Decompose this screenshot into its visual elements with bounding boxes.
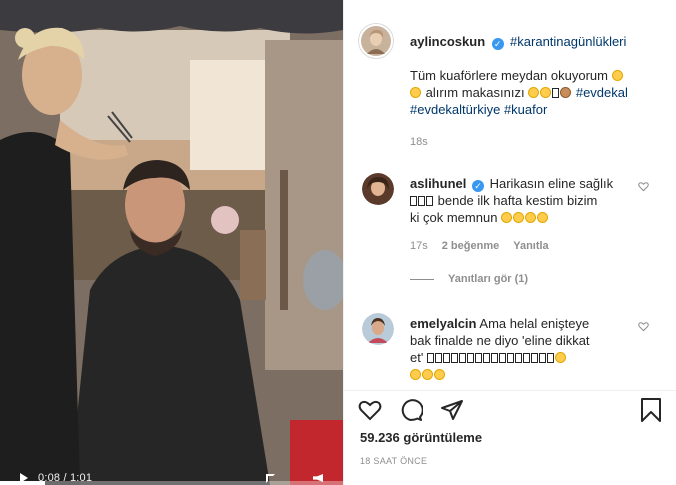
comment-icon[interactable] bbox=[399, 398, 423, 422]
post-age: 18 SAAT ÖNCE bbox=[360, 456, 428, 466]
missing-glyph-icon bbox=[474, 353, 482, 363]
missing-glyph-icon bbox=[442, 353, 450, 363]
commenter-avatar-emelyalcin[interactable] bbox=[362, 313, 394, 345]
missing-glyph-icon bbox=[538, 353, 546, 363]
caption-row-2: alırım makasınızı #evdekal bbox=[410, 84, 650, 101]
missing-glyph-icon bbox=[466, 353, 474, 363]
comment-likes-link[interactable]: 2 beğenme bbox=[442, 240, 499, 252]
verified-icon: ✓ bbox=[471, 180, 484, 192]
grin-emoji-icon bbox=[434, 369, 445, 380]
fullscreen-icon[interactable] bbox=[266, 473, 275, 483]
grin-emoji-icon bbox=[611, 70, 623, 81]
grin-emoji-icon bbox=[537, 212, 549, 223]
section-divider bbox=[344, 390, 676, 391]
grin-emoji-icon bbox=[410, 369, 421, 380]
verified-icon: ✓ bbox=[491, 38, 504, 50]
missing-glyph-icon bbox=[490, 353, 498, 363]
missing-glyph-icon bbox=[418, 196, 425, 206]
avatar-image bbox=[362, 173, 394, 205]
comment-row-1: aslihunel ✓ Harikasın eline sağlık bbox=[410, 175, 642, 192]
grin-emoji-icon bbox=[528, 87, 540, 98]
comment-row-2: bak finalde ne diyo 'eline dikkat bbox=[410, 332, 642, 349]
avatar-image bbox=[362, 313, 394, 345]
caption-text-2: alırım makasınızı bbox=[425, 85, 525, 100]
video-controls: 0:08 / 1:01 bbox=[0, 471, 343, 485]
comment-username[interactable]: aslihunel bbox=[410, 176, 466, 191]
replies-divider bbox=[410, 278, 434, 280]
caption-row-3: #evdekaltürkiye #kuafor bbox=[410, 101, 650, 118]
comment-emelyalcin: emelyalcin Ama helal enişteye bak finald… bbox=[410, 315, 642, 383]
missing-glyph-icon bbox=[434, 353, 442, 363]
post-video[interactable]: 0:08 / 1:01 bbox=[0, 0, 343, 485]
comment-text-3: ki çok memnun bbox=[410, 210, 498, 225]
caption-row-1: Tüm kuaförlere meydan okuyorum bbox=[410, 67, 650, 84]
caption-hashtag-evdekal[interactable]: #evdekal bbox=[576, 85, 628, 100]
comment-row-3: et' bbox=[410, 349, 642, 366]
missing-glyph-icon bbox=[552, 88, 560, 98]
view-count[interactable]: 59.236 görüntüleme bbox=[360, 430, 482, 445]
header-line: aylincoskun ✓ #karantinagünlükleri bbox=[410, 33, 626, 51]
comment-text-2: bak finalde ne diyo 'eline dikkat bbox=[410, 333, 590, 348]
heart-icon[interactable] bbox=[358, 398, 382, 422]
comment-text-3: et' bbox=[410, 350, 424, 365]
post-caption: Tüm kuaförlere meydan okuyorum alırım ma… bbox=[410, 62, 650, 118]
grin-emoji-icon bbox=[501, 212, 513, 223]
header-hashtag[interactable]: #karantinagünlükleri bbox=[510, 34, 626, 49]
missing-glyph-icon bbox=[426, 196, 433, 206]
instagram-post-modal: 0:08 / 1:01 aylincoskun ✓ #karantinagünl… bbox=[0, 0, 676, 485]
bookmark-icon[interactable] bbox=[640, 397, 662, 423]
comment-actions: 17s 2 beğenme Yanıtla bbox=[410, 240, 549, 252]
comment-row-4 bbox=[410, 366, 642, 383]
comment-like-heart-icon[interactable] bbox=[638, 181, 649, 192]
comment-text-1: Ama helal enişteye bbox=[479, 316, 590, 331]
caption-hashtag-evdekalturkiye[interactable]: #evdekaltürkiye bbox=[410, 102, 500, 117]
author-username[interactable]: aylincoskun bbox=[410, 34, 485, 49]
missing-glyph-icon bbox=[506, 353, 514, 363]
post-side-panel: aylincoskun ✓ #karantinagünlükleri Tüm k… bbox=[343, 0, 676, 485]
reply-link[interactable]: Yanıtla bbox=[513, 240, 548, 252]
author-avatar[interactable] bbox=[358, 23, 394, 59]
video-time: 0:08 / 1:01 bbox=[38, 472, 93, 484]
grin-emoji-icon bbox=[410, 87, 421, 98]
missing-glyph-row bbox=[426, 350, 555, 365]
video-frame bbox=[0, 0, 343, 485]
grin-emoji-icon bbox=[422, 369, 433, 380]
comment-text-2: bende ilk hafta kestim bizim bbox=[437, 193, 598, 208]
caption-time: 18s bbox=[410, 136, 428, 148]
comment-text-1: Harikasın eline sağlık bbox=[489, 176, 614, 191]
missing-glyph-icon bbox=[498, 353, 506, 363]
caption-text-1: Tüm kuaförlere meydan okuyorum bbox=[410, 68, 608, 83]
missing-glyph-icon bbox=[530, 353, 538, 363]
monkey-emoji-icon bbox=[560, 87, 572, 98]
comment-like-heart-icon[interactable] bbox=[638, 321, 649, 332]
grin-emoji-icon bbox=[540, 87, 552, 98]
share-icon[interactable] bbox=[440, 398, 464, 422]
missing-glyph-icon bbox=[482, 353, 490, 363]
missing-glyph-icon bbox=[522, 353, 530, 363]
missing-glyph-icon bbox=[426, 353, 434, 363]
missing-glyph-icon bbox=[450, 353, 458, 363]
comment-row-1: emelyalcin Ama helal enişteye bbox=[410, 315, 642, 332]
avatar-image bbox=[361, 26, 391, 56]
missing-glyph-icon bbox=[410, 196, 417, 206]
comment-time: 17s bbox=[410, 240, 428, 252]
grin-emoji-icon bbox=[525, 212, 537, 223]
view-replies-label: Yanıtları gör (1) bbox=[448, 273, 529, 285]
missing-glyph-icon bbox=[514, 353, 522, 363]
grin-emoji-icon bbox=[554, 352, 566, 363]
comment-username[interactable]: emelyalcin bbox=[410, 316, 477, 331]
caption-hashtag-kuafor[interactable]: #kuafor bbox=[504, 102, 547, 117]
commenter-avatar-aslihunel[interactable] bbox=[362, 173, 394, 205]
post-actions-bar bbox=[358, 397, 664, 423]
comment-row-2: bende ilk hafta kestim bizim bbox=[410, 192, 642, 209]
comment-row-3: ki çok memnun bbox=[410, 209, 642, 226]
view-replies[interactable]: Yanıtları gör (1) bbox=[410, 273, 528, 285]
play-icon[interactable] bbox=[20, 473, 28, 483]
missing-glyph-icon bbox=[458, 353, 466, 363]
missing-glyph-icon bbox=[546, 353, 554, 363]
grin-emoji-icon bbox=[513, 212, 525, 223]
comment-aslihunel: aslihunel ✓ Harikasın eline sağlık bende… bbox=[410, 175, 642, 226]
volume-icon[interactable] bbox=[313, 474, 323, 482]
